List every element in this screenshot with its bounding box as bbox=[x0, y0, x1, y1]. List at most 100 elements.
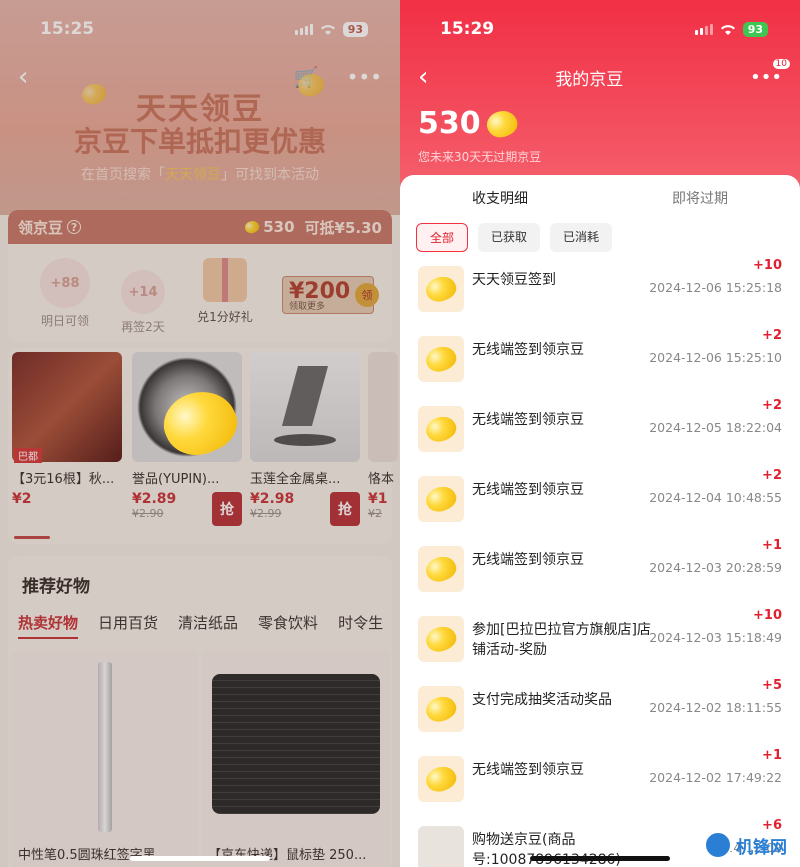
tab-expiring[interactable]: 即将过期 bbox=[600, 188, 800, 208]
more-icon[interactable]: ••• 10 bbox=[750, 58, 790, 88]
back-icon[interactable]: ‹ bbox=[418, 62, 428, 92]
wifi-icon bbox=[320, 25, 335, 35]
bean-icon bbox=[422, 341, 460, 377]
grab-button[interactable]: 抢 bbox=[330, 492, 360, 526]
status-bar: 15:29 93 bbox=[400, 0, 800, 58]
bean-icon bbox=[418, 546, 464, 592]
record-title: 无线端签到领京豆 bbox=[472, 412, 584, 428]
record-row[interactable]: 支付完成抽奖活动奖品 +5 2024-12-02 18:11:55 bbox=[400, 676, 800, 746]
tile-gift[interactable]: 兑1分好礼 bbox=[190, 258, 260, 325]
cellular-signal-icon bbox=[294, 23, 313, 35]
tab-seasonal[interactable]: 时令生 bbox=[338, 612, 383, 639]
tab-details[interactable]: 收支明细 bbox=[400, 188, 600, 208]
bean-icon bbox=[422, 621, 460, 657]
tab-snacks[interactable]: 零食饮料 bbox=[258, 612, 318, 639]
record-title: 参加[巴拉巴拉官方旗舰店]店铺活动-奖励 bbox=[472, 622, 651, 658]
recommend-product[interactable]: 中性笔0.5圆珠红签字黑... bbox=[12, 652, 198, 867]
bean-icon bbox=[422, 691, 460, 727]
bean-icon bbox=[418, 336, 464, 382]
bean-icon bbox=[422, 551, 460, 587]
record-title: 无线端签到领京豆 bbox=[472, 552, 584, 568]
product-card[interactable]: 巴都 【3元16根】秋... ¥2 bbox=[12, 352, 128, 532]
record-value: +10 bbox=[753, 608, 782, 623]
coupon-claim-button[interactable]: 领 bbox=[355, 283, 379, 307]
record-row[interactable]: 参加[巴拉巴拉官方旗舰店]店铺活动-奖励 +10 2024-12-03 15:18:… bbox=[400, 606, 800, 676]
bean-icon bbox=[422, 481, 460, 517]
filter-earned[interactable]: 已获取 bbox=[478, 223, 541, 252]
band-label: 领京豆 bbox=[18, 218, 64, 237]
tab-cleaning[interactable]: 清洁纸品 bbox=[178, 612, 238, 639]
status-time: 15:25 bbox=[40, 19, 95, 39]
pen-image bbox=[98, 662, 112, 832]
status-time: 15:29 bbox=[440, 19, 495, 39]
mousepad-image bbox=[212, 674, 380, 814]
filter-all[interactable]: 全部 bbox=[416, 223, 469, 252]
record-row[interactable]: 无线端签到领京豆 +2 2024-12-05 18:22:04 bbox=[400, 396, 800, 466]
more-badge: 10 bbox=[772, 58, 790, 69]
record-value: +5 bbox=[762, 678, 782, 693]
watermark-logo: 机锋网 bbox=[704, 827, 796, 863]
product-thumbnail bbox=[418, 826, 464, 867]
bean-icon bbox=[418, 266, 464, 312]
battery-indicator: 93 bbox=[742, 21, 768, 37]
page-title: 我的京豆 bbox=[555, 69, 624, 90]
tile-two-days[interactable]: +14 再签2天 bbox=[108, 270, 178, 335]
record-value: +2 bbox=[762, 328, 782, 343]
record-time: 2024-12-05 18:22:04 bbox=[649, 420, 782, 435]
gift-icon bbox=[203, 258, 247, 302]
tile-label: 兑1分好礼 bbox=[197, 310, 253, 324]
record-title: 无线端签到领京豆 bbox=[472, 762, 584, 778]
record-time: 2024-12-06 15:25:18 bbox=[649, 280, 782, 295]
status-bar: 15:25 93 bbox=[0, 0, 400, 58]
coupon-200[interactable]: ¥200 领取更多 领 bbox=[282, 276, 379, 314]
record-time: 2024-12-06 15:25:10 bbox=[649, 350, 782, 365]
record-value: +1 bbox=[762, 538, 782, 553]
record-row[interactable]: 无线端签到领京豆 +1 2024-12-02 17:49:22 bbox=[400, 746, 800, 816]
record-row[interactable]: 无线端签到领京豆 +2 2024-12-04 10:48:55 bbox=[400, 466, 800, 536]
bean-icon bbox=[418, 686, 464, 732]
home-indicator bbox=[130, 856, 270, 861]
product-title: 恪本 bbox=[368, 472, 395, 487]
expire-note: 您未来30天无过期京豆 bbox=[418, 150, 542, 164]
jingdou-balance-band: 领京豆 ? 530 可抵¥5.30 bbox=[8, 210, 392, 244]
status-icons: 93 bbox=[694, 21, 768, 37]
hero-hint: 在首页搜索「天天领豆」可找到本活动 bbox=[81, 167, 319, 183]
product-title: 【3元16根】秋... bbox=[12, 472, 115, 487]
grab-button[interactable]: 抢 bbox=[212, 492, 242, 526]
help-icon[interactable]: ? bbox=[67, 220, 82, 234]
record-time: 2024-12-04 10:48:55 bbox=[649, 490, 782, 505]
filter-spent[interactable]: 已消耗 bbox=[550, 223, 613, 252]
product-price: ¥2 bbox=[12, 491, 32, 507]
product-card[interactable]: 恪本 ¥1 ¥2 bbox=[368, 352, 398, 532]
record-value: +1 bbox=[762, 748, 782, 763]
balance-display: 530 bbox=[418, 105, 521, 142]
product-title: 誉品(YUPIN)... bbox=[132, 472, 220, 487]
bean-icon bbox=[418, 756, 464, 802]
bean-icon bbox=[418, 406, 464, 452]
watermark-icon bbox=[704, 831, 732, 859]
recommend-product[interactable]: 【京东快递】鼠标垫 250... bbox=[202, 652, 390, 867]
record-row[interactable]: 无线端签到领京豆 +1 2024-12-03 20:28:59 bbox=[400, 536, 800, 606]
home-indicator bbox=[530, 856, 670, 861]
cellular-signal-icon bbox=[694, 23, 713, 35]
hero-hint-keyword: 天天领豆 bbox=[165, 167, 221, 183]
product-old-price: ¥2 bbox=[368, 507, 382, 520]
record-row[interactable]: 无线端签到领京豆 +2 2024-12-06 15:25:10 bbox=[400, 326, 800, 396]
product-image bbox=[368, 352, 398, 462]
product-price: ¥1 bbox=[368, 491, 388, 507]
record-row[interactable]: 天天领豆签到 +10 2024-12-06 15:25:18 bbox=[400, 256, 800, 326]
band-balance: 530 bbox=[263, 218, 295, 236]
status-icons: 93 bbox=[294, 21, 368, 37]
tab-hot[interactable]: 热卖好物 bbox=[18, 612, 79, 639]
carousel-indicator bbox=[14, 536, 50, 539]
tile-tomorrow[interactable]: +88 明日可领 bbox=[30, 258, 100, 329]
battery-indicator: 93 bbox=[342, 21, 368, 37]
balance-value: 530 bbox=[418, 106, 481, 141]
bean-icon bbox=[422, 761, 460, 797]
product-card[interactable]: 玉莲全金属桌... ¥2.98 ¥2.99 抢 bbox=[250, 352, 366, 532]
product-image bbox=[250, 352, 360, 462]
bean-icon bbox=[482, 105, 521, 142]
top-nav: ‹ 我的京豆 ••• 10 bbox=[418, 58, 790, 94]
tab-daily[interactable]: 日用百货 bbox=[98, 612, 158, 639]
record-title: 无线端签到领京豆 bbox=[472, 342, 584, 358]
